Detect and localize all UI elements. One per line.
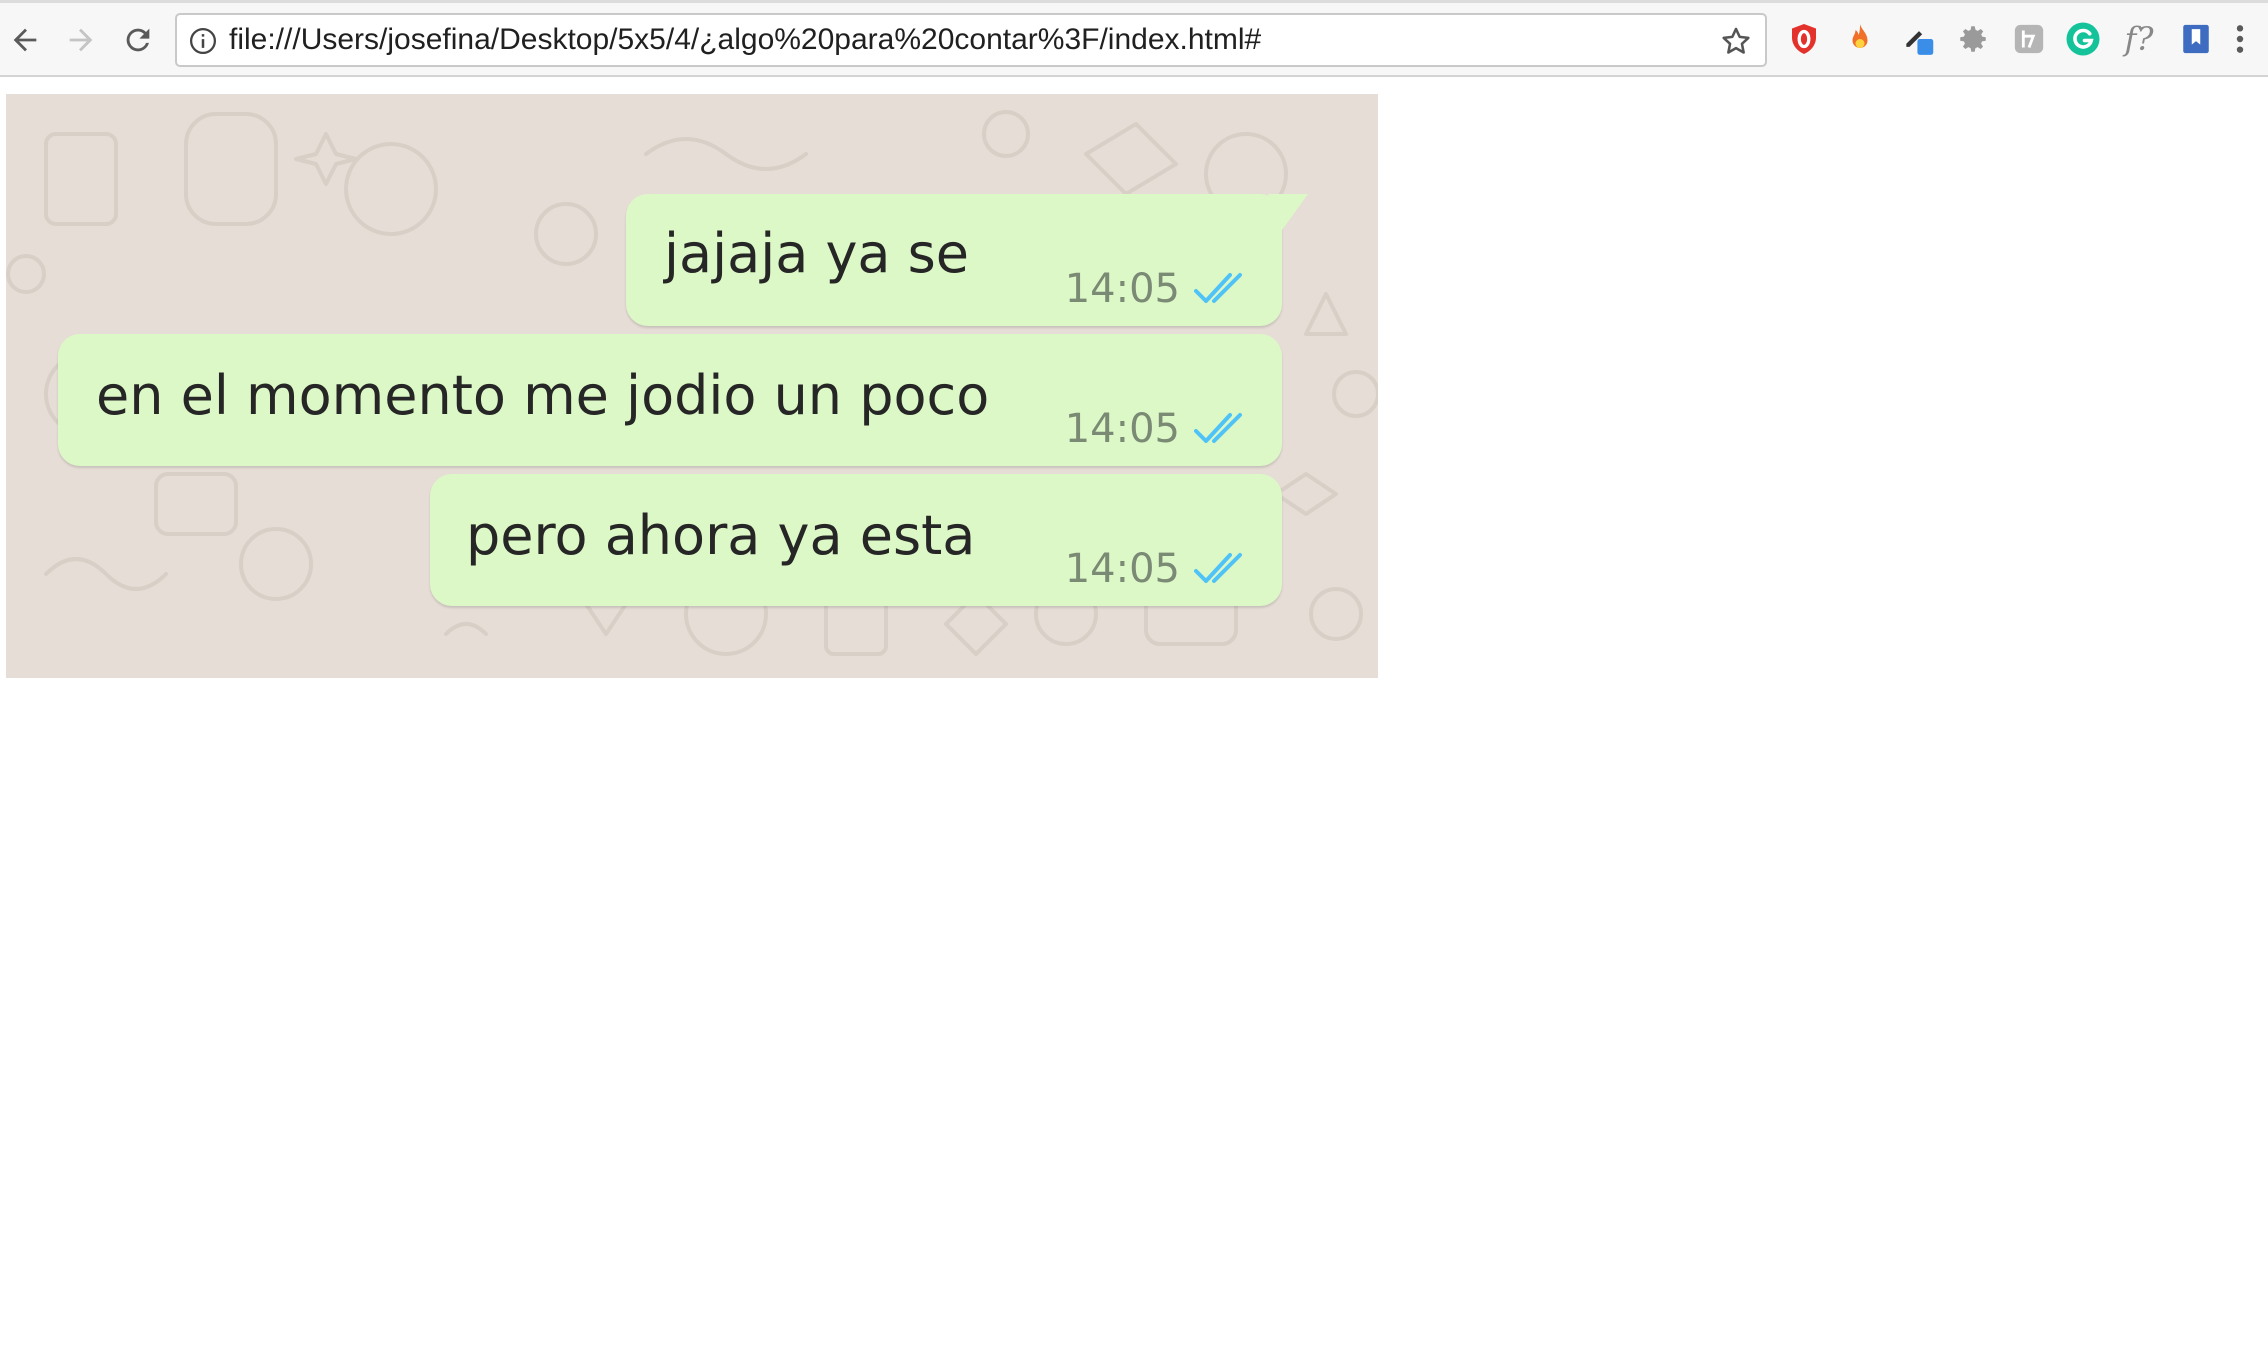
settings-gear-icon[interactable] xyxy=(1954,20,1992,58)
message-bubble[interactable]: pero ahora ya esta 14:05 xyxy=(430,474,1282,606)
font-finder-icon[interactable]: f? xyxy=(2120,20,2158,58)
message-text: en el momento me jodio un poco xyxy=(96,364,990,427)
message-meta: 14:05 xyxy=(1065,266,1252,312)
chat-screenshot: jajaja ya se 14:05 en el momento me jodi… xyxy=(6,94,1378,678)
kana-extension-icon[interactable] xyxy=(2010,20,2048,58)
message-bubble[interactable]: jajaja ya se 14:05 xyxy=(626,194,1282,326)
bookmark-extension-icon[interactable] xyxy=(2177,20,2215,58)
back-button[interactable] xyxy=(0,12,50,68)
grammarly-icon[interactable] xyxy=(2064,20,2102,58)
message-time: 14:05 xyxy=(1064,406,1180,452)
color-picker-icon[interactable] xyxy=(1900,20,1938,58)
address-bar[interactable]: file:///Users/josefina/Desktop/5x5/4/¿al… xyxy=(175,13,1767,67)
message-meta: 14:05 xyxy=(1065,406,1252,452)
fire-extension-icon[interactable] xyxy=(1841,20,1879,58)
browser-toolbar: file:///Users/josefina/Desktop/5x5/4/¿al… xyxy=(0,0,2268,77)
reload-button[interactable] xyxy=(113,12,163,68)
double-check-read-icon xyxy=(1194,413,1242,443)
reload-icon xyxy=(126,28,150,52)
site-info-icon[interactable] xyxy=(188,26,218,56)
message-time: 14:05 xyxy=(1064,546,1180,592)
message-text: pero ahora ya esta xyxy=(466,504,976,567)
message-text: jajaja ya se xyxy=(664,222,970,285)
opera-vpn-icon[interactable] xyxy=(1785,20,1823,58)
message-meta: 14:05 xyxy=(1065,546,1252,592)
bubble-tail xyxy=(1268,194,1308,230)
bookmark-star-icon[interactable] xyxy=(1719,24,1753,58)
forward-button[interactable] xyxy=(56,12,106,68)
tab-strip-edge xyxy=(0,0,2268,3)
url-text[interactable]: file:///Users/josefina/Desktop/5x5/4/¿al… xyxy=(229,15,1261,65)
back-arrow-icon xyxy=(13,28,37,52)
menu-kebab-icon[interactable] xyxy=(2225,20,2255,58)
double-check-read-icon xyxy=(1194,273,1242,303)
font-finder-label: f? xyxy=(2124,20,2154,58)
forward-arrow-icon xyxy=(69,28,93,52)
double-check-read-icon xyxy=(1194,553,1242,583)
message-time: 14:05 xyxy=(1064,266,1180,312)
message-bubble[interactable]: en el momento me jodio un poco 14:05 xyxy=(58,334,1282,466)
